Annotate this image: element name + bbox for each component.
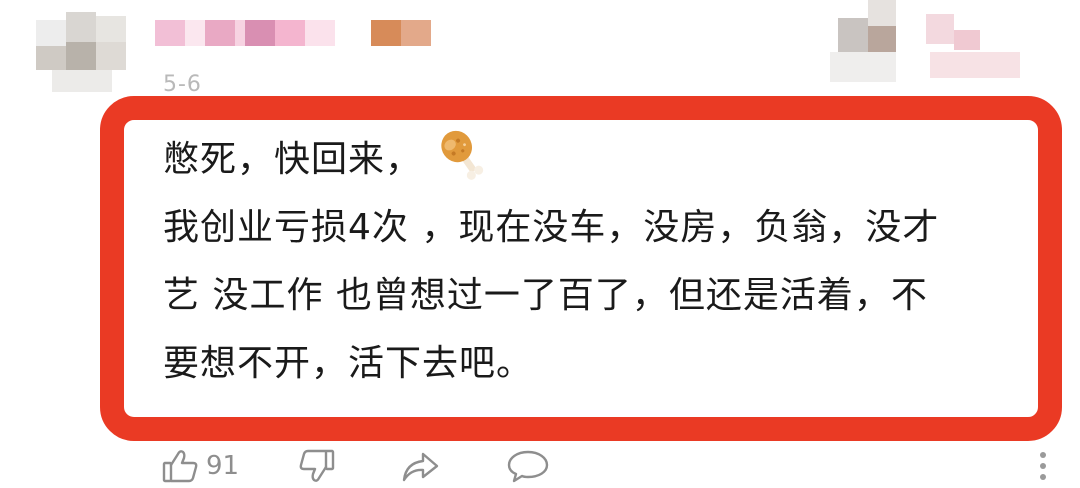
comment-line: 我创业亏损4次 ，现在没车，没房，负翁，没才 [163, 207, 940, 248]
comment-line: 憋死，快回来， [163, 126, 1043, 194]
poultry-leg-icon [434, 127, 490, 183]
share-button[interactable] [399, 446, 443, 486]
comment-body: 憋死，快回来， 我创业亏损4次 ，现在没车，没房，负翁，没才 艺 没工作 也曾想… [163, 126, 1043, 398]
dislike-button[interactable] [297, 446, 337, 486]
comment-card: 5-6 憋死，快回来， 我创业亏损4次 ，现在没车，没房，负翁，没才 艺 没工作… [0, 0, 1080, 488]
username[interactable] [155, 20, 431, 46]
comment-line-text: 憋死，快回来， [163, 139, 423, 180]
comment-line: 要想不开，活下去吧。 [163, 343, 534, 384]
thumbs-up-icon [160, 446, 200, 486]
avatar[interactable] [36, 12, 136, 92]
comment-action-bar: 91 [160, 446, 551, 486]
comment-line: 艺 没工作 也曾想过一了百了，但还是活着，不 [163, 275, 928, 316]
comment-date: 5-6 [163, 72, 202, 97]
more-options-button[interactable] [1033, 448, 1053, 484]
comment-bubble-icon [505, 446, 551, 486]
thumbs-down-icon [297, 446, 337, 486]
like-button[interactable]: 91 [160, 446, 239, 486]
share-icon [399, 446, 443, 486]
user-badge [830, 0, 1030, 84]
like-count: 91 [206, 451, 240, 481]
reply-button[interactable] [505, 446, 551, 486]
